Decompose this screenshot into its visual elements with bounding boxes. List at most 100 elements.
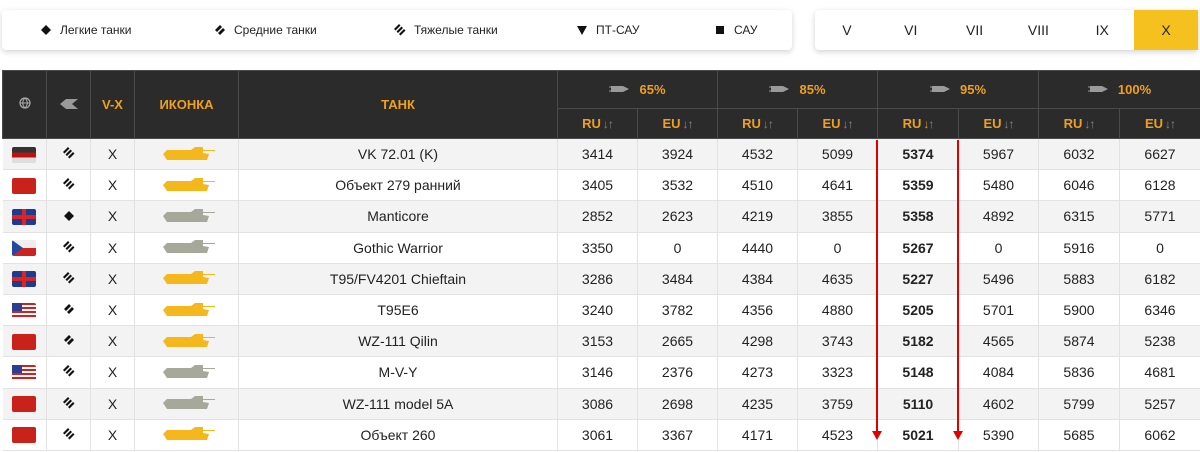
- tank-icon-cell: [134, 263, 239, 295]
- nation-column-header[interactable]: [2, 70, 47, 139]
- sort-eu-85[interactable]: EU ↓↑: [797, 108, 878, 139]
- sort-ru-65[interactable]: RU ↓↑: [557, 108, 638, 139]
- marks-of-excellence-table: V-X ИКОНКА ТАНК 65% 85% 95% 100% RU ↓↑ EU…: [2, 70, 1200, 451]
- sort-eu-65[interactable]: EU ↓↑: [637, 108, 718, 139]
- globe-icon: [18, 97, 31, 112]
- eu-label: EU: [662, 116, 681, 131]
- damage-value-cell: 5182: [877, 325, 959, 358]
- damage-value-cell: 3153: [557, 325, 638, 358]
- sort-arrows-icon: ↓↑: [602, 117, 614, 131]
- tier-button-x[interactable]: X: [1134, 10, 1198, 50]
- sort-ru-100[interactable]: RU ↓↑: [1038, 108, 1120, 139]
- double-chevron-icon: [214, 24, 226, 36]
- class-cell: [46, 325, 91, 358]
- vehicle-class-icon: [62, 240, 75, 256]
- damage-value-cell: 5799: [1038, 388, 1120, 420]
- tank-name-cell[interactable]: WZ-111 model 5A: [238, 388, 558, 420]
- damage-value-cell: 5701: [958, 294, 1039, 327]
- damage-value-cell: 5874: [1038, 325, 1120, 358]
- accuracy-100-header: 100%: [1038, 70, 1200, 109]
- tank-column-header[interactable]: ТАНК: [238, 70, 558, 139]
- tank-silhouette-icon: [157, 144, 217, 165]
- tank-name-cell[interactable]: Объект 279 ранний: [238, 169, 558, 202]
- tank-silhouette-icon: [157, 424, 217, 445]
- tier-cell: X: [90, 419, 135, 451]
- tank-silhouette-icon: [157, 237, 217, 258]
- sort-arrows-icon: ↓↑: [1165, 117, 1176, 131]
- class-column-header[interactable]: [46, 70, 91, 139]
- nation-cell: [2, 419, 47, 451]
- sort-eu-100[interactable]: EU ↓↑: [1119, 108, 1200, 139]
- tank-name-cell[interactable]: WZ-111 Qilin: [238, 325, 558, 358]
- accuracy-65-header: 65%: [557, 70, 718, 109]
- table-row[interactable]: X WZ-111 Qilin 3153 2665 4298 3743 5182 4565 587…: [2, 325, 1200, 358]
- filter-heavy-tanks[interactable]: Тяжелые танки: [394, 10, 498, 50]
- tank-name-cell[interactable]: Manticore: [238, 200, 558, 233]
- ru-label: RU: [582, 116, 601, 131]
- tier-cell: X: [90, 263, 135, 295]
- filter-light-tanks[interactable]: Легкие танки: [40, 10, 132, 50]
- tier-button-v[interactable]: V: [815, 10, 879, 50]
- class-cell: [46, 169, 91, 202]
- damage-value-cell: 4635: [797, 263, 878, 295]
- tank-silhouette-icon: [157, 175, 217, 196]
- damage-value-cell: 4641: [797, 169, 878, 202]
- tank-name-cell[interactable]: Объект 260: [238, 419, 558, 451]
- tank-name-cell[interactable]: M-V-Y: [238, 356, 558, 389]
- table-row[interactable]: X Объект 260 3061 3367 4171 4523 5021 5390 5685 6…: [2, 419, 1200, 451]
- tank-name-cell[interactable]: Gothic Warrior: [238, 232, 558, 264]
- table-row[interactable]: X Объект 279 ранний 3405 3532 4510 4641 5359 54…: [2, 169, 1200, 202]
- tier-cell: X: [90, 200, 135, 233]
- damage-value-cell: 3086: [557, 388, 638, 420]
- filter-medium-tanks[interactable]: Средние танки: [214, 10, 317, 50]
- damage-value-cell: 3484: [637, 263, 718, 295]
- triangle-down-icon: [576, 24, 588, 36]
- tank-icon-cell: [134, 232, 239, 264]
- tier-column-header[interactable]: V-X: [90, 70, 135, 139]
- nation-cell: [2, 232, 47, 264]
- table-row[interactable]: X WZ-111 model 5A 3086 2698 4235 3759 5110 4602…: [2, 388, 1200, 420]
- nation-flag-icon: [12, 240, 37, 257]
- tank-silhouette-icon: [157, 206, 217, 227]
- class-cell: [46, 263, 91, 295]
- table-row[interactable]: X Gothic Warrior 3350 0 4440 0 5267 0 5916 0: [2, 232, 1200, 264]
- damage-value-cell: 3240: [557, 294, 638, 327]
- sort-ru-85[interactable]: RU ↓↑: [717, 108, 798, 139]
- table-row[interactable]: X T95/FV4201 Chieftain 3286 3484 4384 4635 522…: [2, 263, 1200, 295]
- nation-flag-icon: [12, 271, 37, 288]
- shell-icon: [929, 82, 952, 97]
- class-cell: [46, 294, 91, 327]
- damage-value-cell: 4892: [958, 200, 1039, 233]
- filter-spg[interactable]: САУ: [714, 10, 758, 50]
- sort-ru-95[interactable]: RU ↓↑: [877, 108, 959, 139]
- tier-button-viii[interactable]: VIII: [1006, 10, 1070, 50]
- nation-flag-icon: [12, 302, 37, 319]
- tank-icon-cell: [134, 294, 239, 327]
- table-row[interactable]: X T95E6 3240 3782 4356 4880 5205 5701 5900 6346: [2, 294, 1200, 327]
- vehicle-class-icon: [62, 177, 75, 193]
- table-row[interactable]: X VK 72.01 (K) 3414 3924 4532 5099 5374 5967 603…: [2, 138, 1200, 171]
- filter-spg-label: САУ: [734, 23, 758, 37]
- damage-value-cell: 2623: [637, 200, 718, 233]
- tank-silhouette-icon: [157, 300, 217, 321]
- accuracy-85-label: 85%: [799, 82, 826, 97]
- nation-cell: [2, 294, 47, 327]
- red-annotation-arrow-eu: [953, 140, 963, 440]
- table-row[interactable]: X M-V-Y 3146 2376 4273 3323 5148 4084 5836 4681: [2, 356, 1200, 389]
- tank-icon-cell: [134, 169, 239, 202]
- tank-name-cell[interactable]: T95E6: [238, 294, 558, 327]
- tank-name-cell[interactable]: T95/FV4201 Chieftain: [238, 263, 558, 295]
- tier-button-vi[interactable]: VI: [879, 10, 943, 50]
- accuracy-95-header: 95%: [877, 70, 1039, 109]
- tank-silhouette-icon: [157, 268, 217, 289]
- damage-value-cell: 4273: [717, 356, 798, 389]
- tier-button-vii[interactable]: VII: [943, 10, 1007, 50]
- triple-chevron-icon: [394, 24, 406, 36]
- tier-button-ix[interactable]: IX: [1070, 10, 1134, 50]
- sort-eu-95[interactable]: EU ↓↑: [958, 108, 1039, 139]
- damage-value-cell: 0: [637, 232, 718, 264]
- filter-td[interactable]: ПТ-САУ: [576, 10, 639, 50]
- tank-name-cell[interactable]: VK 72.01 (K): [238, 138, 558, 171]
- table-row[interactable]: X Manticore 2852 2623 4219 3855 5358 4892 6315 57…: [2, 200, 1200, 233]
- damage-value-cell: 4681: [1119, 356, 1200, 389]
